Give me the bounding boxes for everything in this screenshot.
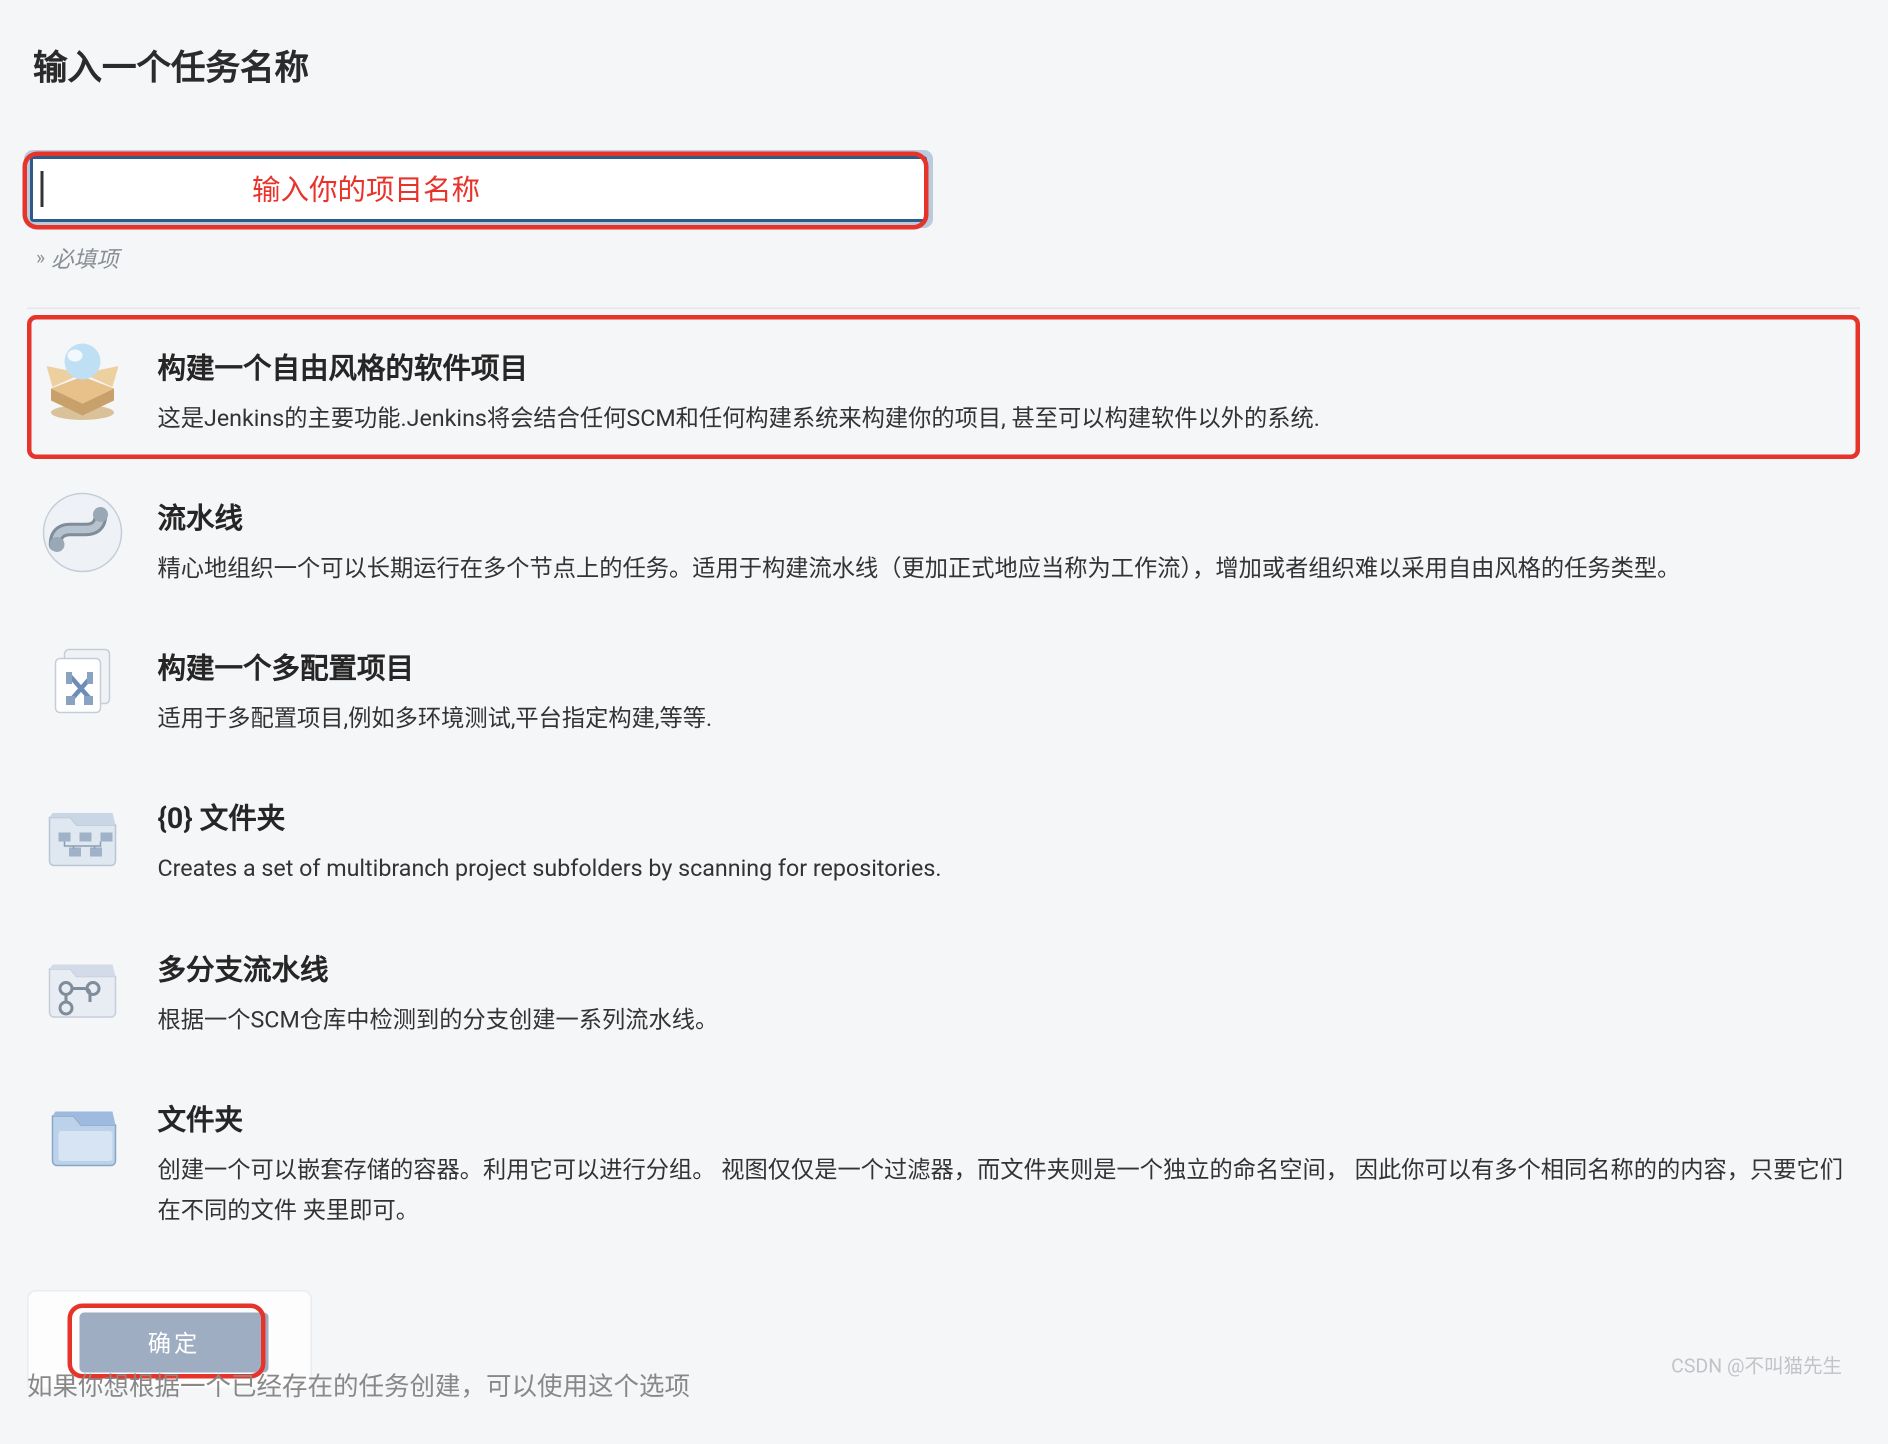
watermark: CSDN @不叫猫先生 xyxy=(1671,1350,1842,1379)
option-title: {0} 文件夹 xyxy=(158,797,1847,838)
option-title: 构建一个自由风格的软件项目 xyxy=(158,347,1847,388)
chevron-double-right-icon: » xyxy=(36,248,42,271)
option-multiconfig[interactable]: 构建一个多配置项目 适用于多配置项目,例如多环境测试,平台指定构建,等等. xyxy=(27,615,1860,759)
multiconfig-icon xyxy=(41,641,125,725)
option-folder[interactable]: 文件夹 创建一个可以嵌套存储的容器。利用它可以进行分组。 视图仅仅是一个过滤器，… xyxy=(27,1066,1860,1251)
section-divider xyxy=(27,308,1860,310)
option-title: 文件夹 xyxy=(158,1097,1847,1138)
option-multibranch[interactable]: 多分支流水线 根据一个SCM仓库中检测到的分支创建一系列流水线。 xyxy=(27,916,1860,1060)
option-pipeline[interactable]: 流水线 精心地组织一个可以长期运行在多个节点上的任务。适用于构建流水线（更加正式… xyxy=(27,465,1860,609)
item-name-row: 输入你的项目名称 xyxy=(27,156,933,222)
option-desc: 适用于多配置项目,例如多环境测试,平台指定构建,等等. xyxy=(158,699,1847,740)
freestyle-project-icon xyxy=(41,341,125,425)
option-desc: 这是Jenkins的主要功能.Jenkins将会结合任何SCM和任何构建系统来构… xyxy=(158,399,1847,440)
option-desc: 根据一个SCM仓库中检测到的分支创建一系列流水线。 xyxy=(158,1000,1847,1041)
option-desc: 创建一个可以嵌套存储的容器。利用它可以进行分组。 视图仅仅是一个过滤器，而文件夹… xyxy=(158,1150,1847,1231)
option-org-folder[interactable]: {0} 文件夹 Creates a set of multibranch pro… xyxy=(27,766,1860,910)
required-hint-text: 必填项 xyxy=(51,243,119,275)
page-title: 输入一个任务名称 xyxy=(33,39,1854,90)
option-freestyle-project[interactable]: 构建一个自由风格的软件项目 这是Jenkins的主要功能.Jenkins将会结合… xyxy=(27,315,1860,459)
copy-from-hint: 如果你想根据一个已经存在的任务创建，可以使用这个选项 xyxy=(27,1365,690,1403)
org-folder-icon xyxy=(41,791,125,875)
option-desc: Creates a set of multibranch project sub… xyxy=(158,850,1847,891)
option-title: 流水线 xyxy=(158,497,1847,538)
option-desc: 精心地组织一个可以长期运行在多个节点上的任务。适用于构建流水线（更加正式地应当称… xyxy=(158,549,1847,590)
annotation-box-input xyxy=(23,152,929,230)
pipeline-icon xyxy=(41,491,125,575)
text-caret xyxy=(41,171,43,207)
folder-icon xyxy=(41,1091,125,1175)
option-title: 多分支流水线 xyxy=(158,947,1847,988)
multibranch-icon xyxy=(41,941,125,1025)
option-title: 构建一个多配置项目 xyxy=(158,647,1847,688)
required-hint: » 必填项 xyxy=(36,243,1860,275)
